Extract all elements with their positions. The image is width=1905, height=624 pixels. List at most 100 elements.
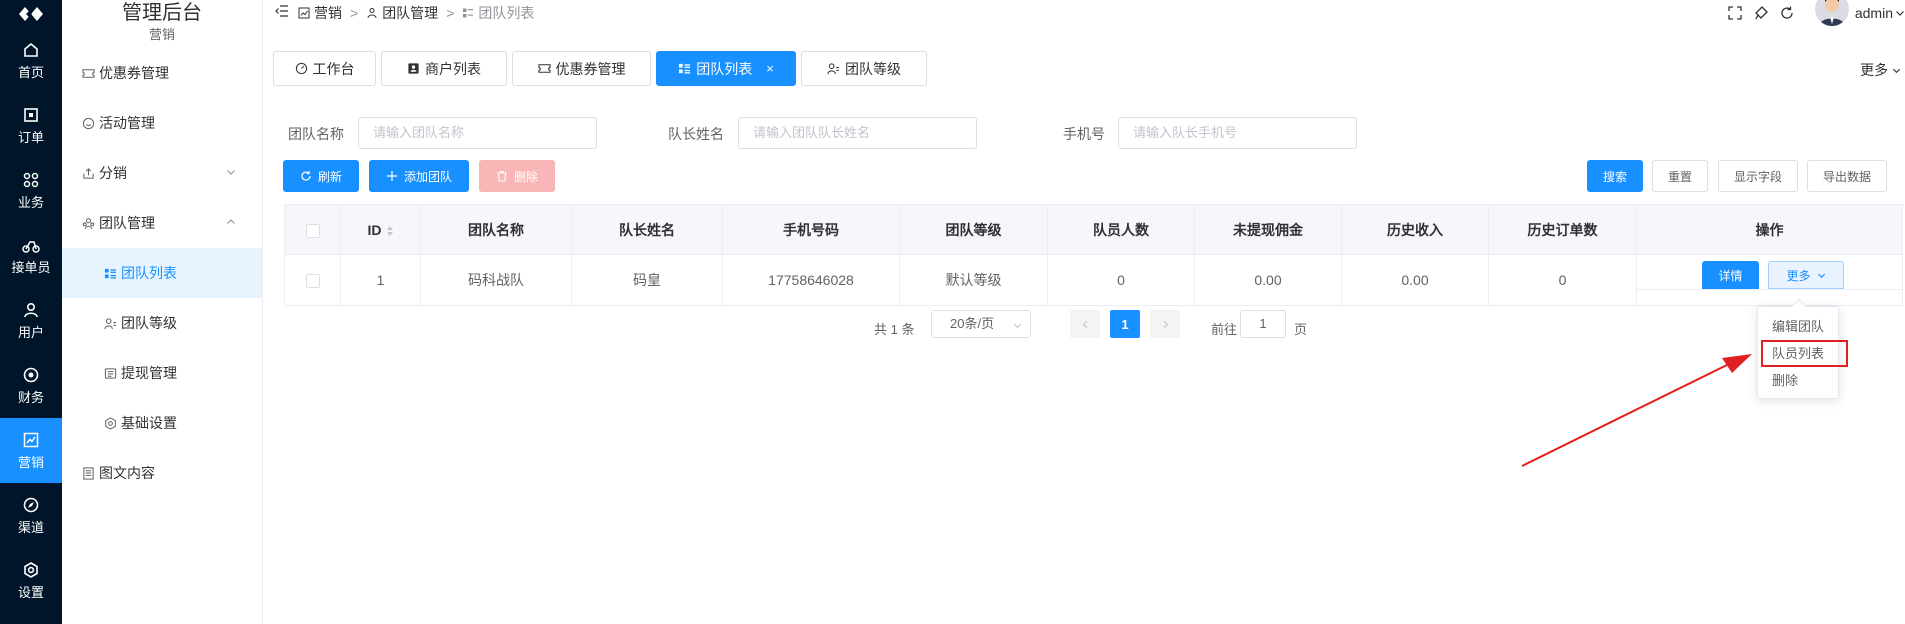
search-button[interactable]: 搜索 [1587,160,1643,192]
phone-input[interactable]: 请输入队长手机号 [1118,117,1357,149]
more-actions-button[interactable]: 更多 [1768,261,1844,289]
columns-button[interactable]: 显示字段 [1718,160,1798,192]
sort-icon[interactable] [386,225,394,237]
breadcrumb-item-team-management[interactable]: 团队管理 [382,3,438,23]
sidebar-item-team-level[interactable]: 团队等级 [62,298,262,348]
order-icon [24,107,38,122]
sidebar-item-content[interactable]: 图文内容 [62,448,262,498]
business-icon [23,172,39,187]
rail-item-home[interactable]: 首页 [0,28,62,93]
courier-icon [22,240,40,253]
gear-icon [105,416,116,430]
list-icon [463,8,474,18]
tab-team-level[interactable]: 团队等级 [801,51,927,86]
sidebar-item-coupons[interactable]: 优惠券管理 [62,48,262,98]
cell-orders: 0 [1488,254,1637,306]
tab-workbench[interactable]: 工作台 [273,51,376,86]
chevron-left-icon [1082,320,1087,328]
more-actions-menu: 编辑团队 队员列表 删除 [1757,298,1848,399]
cell-actions: 详情 更多 [1636,254,1903,306]
menu-fold-icon[interactable] [275,4,289,18]
cell-income: 0.00 [1341,254,1489,306]
detail-button[interactable]: 详情 [1702,261,1759,289]
chevron-down-icon[interactable] [1895,8,1905,18]
close-icon[interactable]: × [766,61,774,76]
rail-item-business[interactable]: 业务 [0,158,62,223]
page-size-select[interactable]: 20条/页 [931,310,1031,338]
sub-sidebar: 管理后台 营销 优惠券管理 活动管理 分销 团队管理 团队列表 团队等级 提现管… [62,0,263,624]
menu-item-edit-team[interactable]: 编辑团队 [1758,313,1838,340]
header-team-level: 团队等级 [899,204,1048,255]
cell-team-name: 码科战队 [420,254,572,306]
header-orders: 历史订单数 [1488,204,1637,255]
avatar[interactable] [1814,0,1849,26]
page-number-1[interactable]: 1 [1110,310,1140,338]
main-content: 团队名称 请输入团队名称 队长姓名 请输入团队队长姓名 手机号 请输入队长手机号… [263,98,1905,624]
rail-item-courier[interactable]: 接单员 [0,223,62,288]
rail-item-settings[interactable]: 设置 [0,548,62,613]
tab-coupons[interactable]: 优惠券管理 [512,51,651,86]
leader-name-input[interactable]: 请输入团队队长姓名 [738,117,977,149]
header-tools: admin [1727,0,1905,26]
level-icon [827,63,840,75]
sidebar-item-basic-settings[interactable]: 基础设置 [62,398,262,448]
actions-wrap: 详情 更多 [1637,255,1902,305]
prev-page-button[interactable] [1070,310,1100,338]
export-button[interactable]: 导出数据 [1807,160,1887,192]
chevron-down-icon [1892,68,1901,74]
select-all-checkbox[interactable] [305,223,320,238]
header-id[interactable]: ID [340,204,421,255]
rail-item-finance[interactable]: 财务 [0,353,62,418]
tab-merchant-list[interactable]: 商户列表 [381,51,507,86]
breadcrumb-item-marketing[interactable]: 营销 [314,3,342,23]
menu-item-member-list[interactable]: 队员列表 [1761,340,1848,367]
goto-label: 前往 [1211,322,1238,337]
rail-item-marketing[interactable]: 营销 [0,418,62,483]
add-team-button[interactable]: 添加团队 [369,160,469,192]
sidebar-item-team-management[interactable]: 团队管理 [62,198,262,248]
plus-icon [386,171,397,181]
delete-button[interactable]: 删除 [479,160,555,192]
tab-team-list[interactable]: 团队列表 × [656,51,796,86]
rail-item-order[interactable]: 订单 [0,93,62,158]
refresh-icon[interactable] [1779,5,1795,21]
fullscreen-icon[interactable] [1727,5,1743,21]
channel-icon [23,497,39,512]
refresh-button[interactable]: 刷新 [283,160,359,192]
chevron-down-icon [227,170,235,175]
breadcrumb-item-current: 团队列表 [478,5,535,21]
sidebar-item-distribution[interactable]: 分销 [62,148,262,198]
header-leader-name: 队长姓名 [571,204,723,255]
trash-icon [497,170,507,182]
list-icon [104,268,117,279]
sidebar-item-team-list[interactable]: 团队列表 [62,248,262,298]
cell-members: 0 [1047,254,1195,306]
tabs-more-dropdown[interactable]: 更多 [1860,60,1901,80]
team-name-input[interactable]: 请输入团队名称 [358,117,597,149]
chevron-down-icon [1817,273,1825,278]
sidebar-item-activities[interactable]: 活动管理 [62,98,262,148]
level-icon [104,317,117,329]
cell-leader-name: 码皇 [571,254,723,306]
withdraw-icon [104,367,117,379]
sidebar-title: 管理后台 [122,2,202,24]
chevron-right-icon [1163,320,1168,328]
goto-page-input[interactable]: 1 [1240,310,1286,338]
team-icon [82,217,95,229]
row-checkbox[interactable] [305,274,320,289]
finance-icon [23,367,39,382]
next-page-button[interactable] [1150,310,1180,338]
reset-button[interactable]: 重置 [1652,160,1708,192]
coupon-icon [82,68,95,78]
breadcrumb-separator: > [446,5,455,21]
menu-item-delete[interactable]: 删除 [1758,367,1838,394]
rail-item-user[interactable]: 用户 [0,288,62,353]
team-name-label: 团队名称 [288,126,344,142]
app-root: 首页 订单 业务 接单员 用户 财务 营销 渠道 设置 管理后台 营销 优惠券管… [0,0,1905,624]
rail-item-channel[interactable]: 渠道 [0,483,62,548]
sidebar-item-withdrawals[interactable]: 提现管理 [62,348,262,398]
document-icon [83,466,94,480]
header-members: 队员人数 [1047,204,1195,255]
clear-cache-icon[interactable] [1753,5,1769,21]
username[interactable]: admin [1855,5,1893,21]
